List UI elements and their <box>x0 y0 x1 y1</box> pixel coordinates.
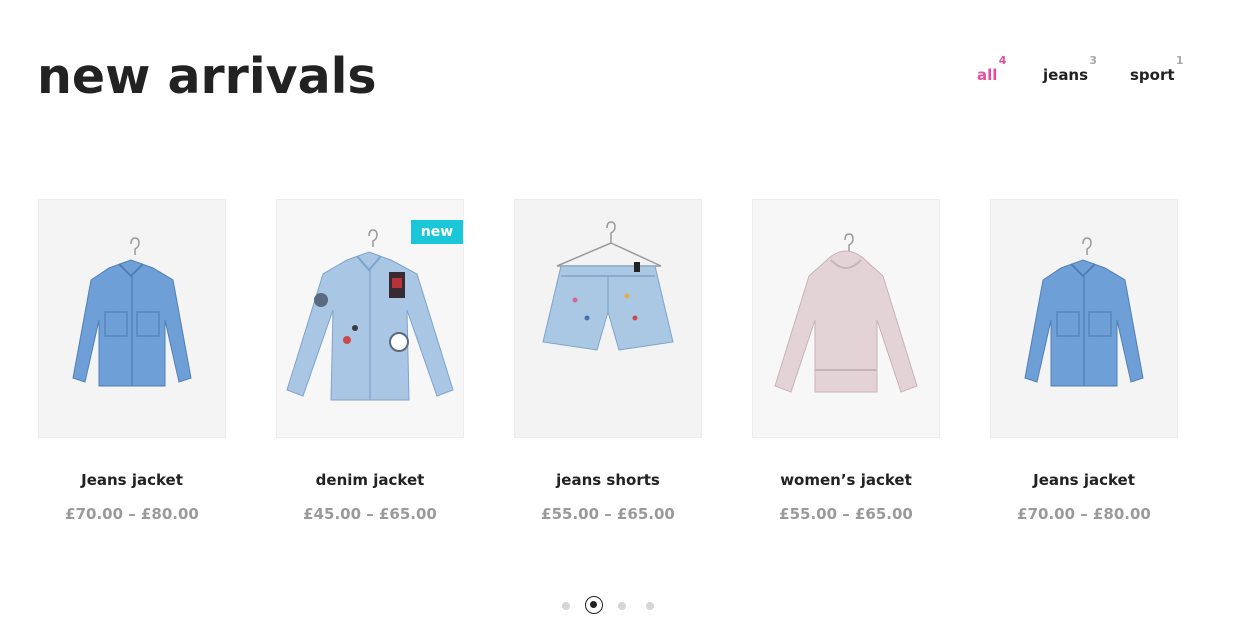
filter-count: 1 <box>1175 54 1184 67</box>
pagination-dot-1[interactable] <box>562 602 570 610</box>
product-card: women’s jacket £55.00 – £65.00 <box>752 199 940 523</box>
product-price: £55.00 – £65.00 <box>541 505 675 523</box>
filter-label: jeans <box>1043 66 1089 84</box>
product-price: £70.00 – £80.00 <box>65 505 199 523</box>
product-name[interactable]: Jeans jacket <box>970 471 1198 489</box>
product-image-link[interactable] <box>990 199 1178 438</box>
product-price: £45.00 – £65.00 <box>303 505 437 523</box>
filter-label: all <box>977 66 998 84</box>
filter-label: sport <box>1130 66 1175 84</box>
pagination-dot-4[interactable] <box>646 602 654 610</box>
womens-jacket-image <box>753 200 939 437</box>
product-image-link[interactable]: new <box>276 199 464 438</box>
product-carousel: Jeans jacket £70.00 – £80.00 new denim j… <box>0 199 1247 539</box>
product-card: Jeans jacket £70.00 – £80.00 <box>990 199 1178 523</box>
carousel-pagination <box>0 596 1247 616</box>
pagination-dot-3[interactable] <box>618 602 626 610</box>
product-name[interactable]: Jeans jacket <box>18 471 246 489</box>
jeans-jacket-image <box>991 200 1177 437</box>
pagination-dot-2[interactable] <box>585 596 603 614</box>
product-name[interactable]: jeans shorts <box>494 471 722 489</box>
category-filters: all 4 jeans 3 sport 1 <box>0 50 1247 90</box>
product-image-link[interactable] <box>752 199 940 438</box>
product-card: Jeans jacket £70.00 – £80.00 <box>38 199 226 523</box>
new-badge: new <box>411 220 463 244</box>
jeans-shorts-image <box>515 200 701 437</box>
product-card: new denim jacket £45.00 – £65.00 <box>276 199 464 523</box>
jeans-jacket-image <box>39 200 225 437</box>
product-price: £70.00 – £80.00 <box>1017 505 1151 523</box>
product-image-link[interactable] <box>38 199 226 438</box>
filter-sport[interactable]: sport 1 <box>1130 54 1184 84</box>
product-card: jeans shorts £55.00 – £65.00 <box>514 199 702 523</box>
product-name[interactable]: women’s jacket <box>732 471 960 489</box>
filter-jeans[interactable]: jeans 3 <box>1043 54 1097 84</box>
product-name[interactable]: denim jacket <box>256 471 484 489</box>
filter-all[interactable]: all 4 <box>977 54 1006 84</box>
product-image-link[interactable] <box>514 199 702 438</box>
filter-count: 3 <box>1089 54 1098 67</box>
product-price: £55.00 – £65.00 <box>779 505 913 523</box>
filter-count: 4 <box>998 54 1007 67</box>
